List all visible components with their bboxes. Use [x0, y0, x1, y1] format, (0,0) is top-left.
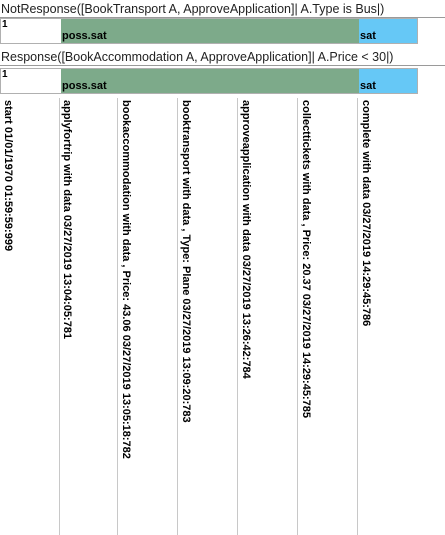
segment-sat[interactable]: sat [359, 19, 417, 43]
segment-initial: 1 [1, 69, 61, 93]
event-label-bookaccommodation[interactable]: bookaccommodation with data , Price: 43.… [119, 100, 132, 459]
event-label-booktransport[interactable]: booktransport with data , Type: Plane 03… [179, 100, 192, 423]
constraint-title: Response([BookAccommodation A, ApproveAp… [1, 50, 394, 64]
event-label-complete[interactable]: complete with data 03/27/2019 14:29:45:7… [359, 100, 372, 326]
constraint-track[interactable]: 1 poss.sat sat [0, 68, 418, 94]
event-divider [297, 98, 298, 535]
segment-initial: 1 [1, 19, 61, 43]
count-badge: 1 [2, 19, 8, 30]
event-divider [357, 98, 358, 535]
separator [0, 65, 445, 66]
segment-sat[interactable]: sat [359, 69, 417, 93]
event-label-applyfortrip[interactable]: applyfortrip with data 03/27/2019 13:04:… [60, 100, 73, 339]
segment-poss-sat[interactable]: poss.sat [61, 69, 359, 93]
event-divider [177, 98, 178, 535]
event-label-approveapplication[interactable]: approveapplication with data 03/27/2019 … [239, 100, 252, 379]
segment-label: sat [360, 80, 376, 92]
event-label-start[interactable]: start 01/01/1970 01:59:59:999 [1, 100, 14, 251]
segment-label: sat [360, 30, 376, 42]
event-divider [237, 98, 238, 535]
segment-label: poss.sat [62, 30, 107, 42]
event-label-collecttickets[interactable]: collecttickets with data , Price: 20.37 … [299, 100, 312, 418]
constraint-track[interactable]: 1 poss.sat sat [0, 18, 418, 44]
segment-poss-sat[interactable]: poss.sat [61, 19, 359, 43]
count-badge: 1 [2, 69, 8, 80]
segment-label: poss.sat [62, 80, 107, 92]
constraint-title: NotResponse([BookTransport A, ApproveApp… [1, 2, 385, 16]
event-divider [117, 98, 118, 535]
